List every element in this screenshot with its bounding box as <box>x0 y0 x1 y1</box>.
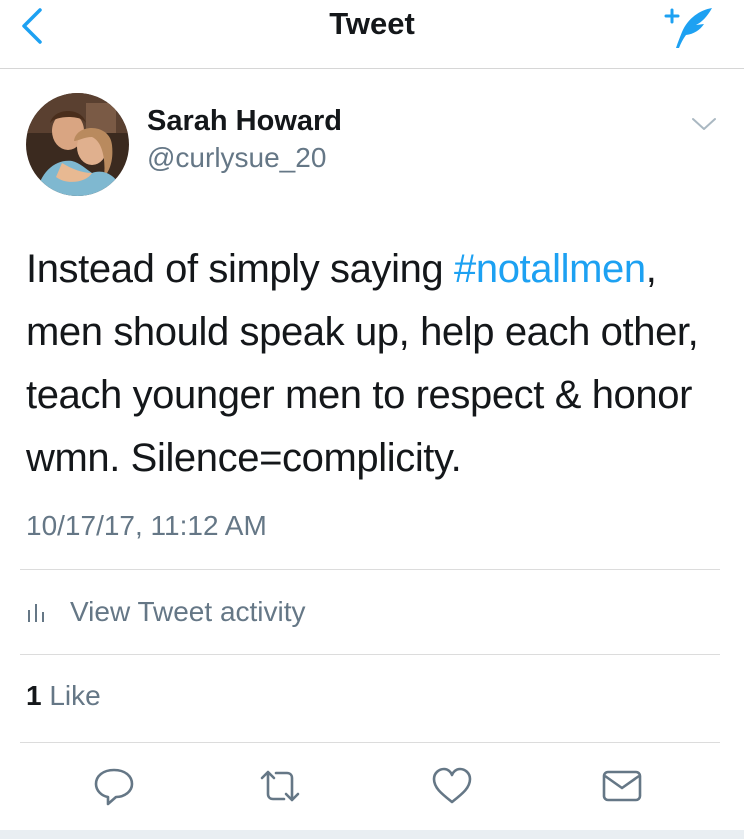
avatar[interactable] <box>26 93 129 196</box>
top-navigation-bar: Tweet <box>0 0 744 69</box>
tweet-text-part: Instead of simply saying <box>26 247 454 291</box>
reply-icon <box>94 768 134 806</box>
author-display-name[interactable]: Sarah Howard <box>147 105 342 138</box>
author-handle[interactable]: @curlysue_20 <box>147 142 326 174</box>
chevron-down-icon <box>692 118 716 130</box>
divider <box>20 654 720 655</box>
reply-button[interactable] <box>92 764 136 808</box>
tweet-timestamp: 10/17/17, 11:12 AM <box>26 510 267 541</box>
retweet-button[interactable] <box>258 764 302 808</box>
bottom-strip <box>0 830 744 839</box>
direct-message-button[interactable] <box>600 764 644 808</box>
likes-summary[interactable]: 1 Like <box>26 680 101 712</box>
avatar-photo <box>26 93 129 196</box>
view-tweet-activity-label: View Tweet activity <box>70 596 306 627</box>
bar-chart-icon <box>28 604 44 622</box>
likes-count: 1 <box>26 680 42 711</box>
divider <box>20 569 720 570</box>
hashtag-link[interactable]: #notallmen <box>454 247 646 291</box>
likes-label: Like <box>49 680 101 711</box>
tweet-action-bar <box>0 760 744 812</box>
tweet-options-button[interactable] <box>690 112 718 136</box>
like-button[interactable] <box>430 764 474 808</box>
direct-message-icon <box>602 770 642 802</box>
compose-tweet-icon <box>664 8 712 48</box>
compose-tweet-button[interactable] <box>660 4 716 52</box>
view-tweet-activity-link[interactable]: View Tweet activity <box>26 592 306 632</box>
divider <box>20 742 720 743</box>
tweet-text: Instead of simply saying #notallmen, men… <box>26 238 726 490</box>
retweet-icon <box>260 770 300 802</box>
like-icon <box>432 767 472 804</box>
page-title: Tweet <box>329 6 415 41</box>
